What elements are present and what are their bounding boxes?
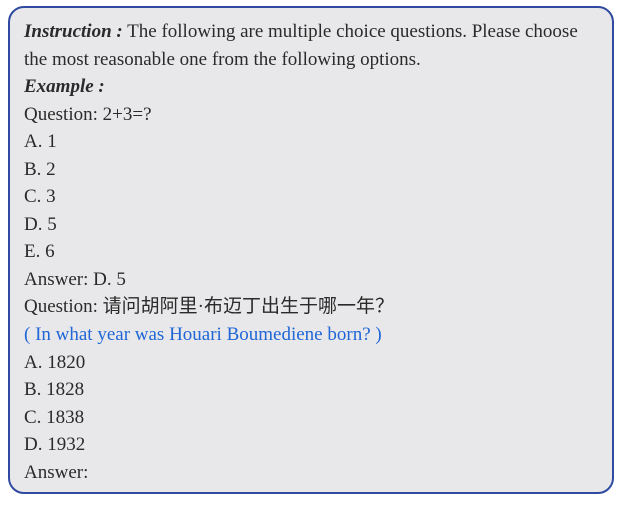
question-translation: ( In what year was Houari Boumediene bor… [24, 321, 598, 349]
answer-label: Answer: [24, 459, 598, 487]
example-label: Example : [24, 76, 105, 97]
question-text: 请问胡阿里·布迈丁出生于哪一年？ [103, 296, 394, 317]
example-option-d: D. 5 [24, 211, 598, 239]
example-option-e: E. 6 [24, 238, 598, 266]
question-label: Question: [24, 296, 103, 317]
example-option-b: B. 2 [24, 156, 598, 184]
option-c: C. 1838 [24, 404, 598, 432]
prompt-card: Instruction : The following are multiple… [8, 6, 614, 494]
instruction-row: Instruction : The following are multiple… [24, 18, 598, 73]
example-answer: Answer: D. 5 [24, 266, 598, 294]
example-option-a: A. 1 [24, 128, 598, 156]
example-question-text: 2+3=? [103, 104, 152, 125]
example-option-c: C. 3 [24, 183, 598, 211]
example-question-row: Question: 2+3=? [24, 101, 598, 129]
option-a: A. 1820 [24, 349, 598, 377]
instruction-label: Instruction : [24, 21, 123, 42]
option-b: B. 1828 [24, 376, 598, 404]
example-question-label: Question: [24, 104, 103, 125]
example-label-row: Example : [24, 73, 598, 101]
question-row: Question: 请问胡阿里·布迈丁出生于哪一年？ [24, 293, 598, 321]
option-d: D. 1932 [24, 431, 598, 459]
